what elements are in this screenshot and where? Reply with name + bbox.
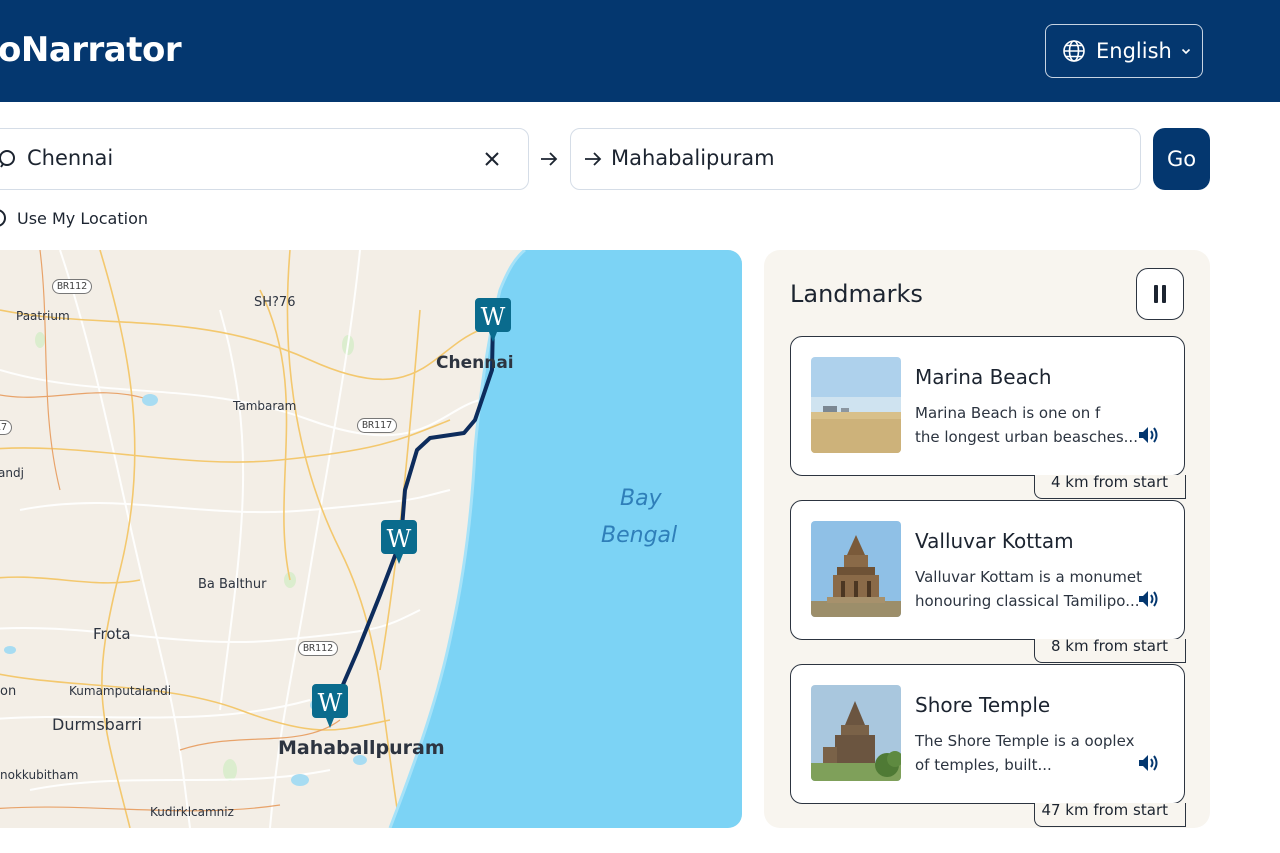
road-badge: BR117 bbox=[357, 418, 398, 433]
map-label: Chennai bbox=[436, 353, 514, 373]
map-label: nokkubitham bbox=[0, 768, 79, 782]
pause-button[interactable] bbox=[1136, 268, 1184, 320]
landmarks-panel: Landmarks Marina Beach Marina Beach is o… bbox=[764, 250, 1210, 828]
landmark-distance: 8 km from start bbox=[1051, 637, 1168, 655]
globe-icon bbox=[1063, 40, 1085, 62]
arrow-right-icon bbox=[541, 152, 558, 166]
route-map[interactable]: BR112 Paatrium SH?76 Chennai Tambaram BR… bbox=[0, 250, 742, 828]
go-button[interactable]: Go bbox=[1153, 128, 1210, 190]
map-label: Ba Balthur bbox=[198, 577, 267, 592]
svg-text:W: W bbox=[481, 303, 506, 331]
app-title: oNarrator bbox=[0, 30, 182, 70]
landmark-card[interactable]: Marina Beach Marina Beach is one on f th… bbox=[790, 336, 1186, 499]
map-label: Kumamputalandi bbox=[69, 684, 172, 698]
speaker-icon[interactable] bbox=[1137, 589, 1161, 609]
wikipedia-marker-icon[interactable]: W bbox=[379, 518, 419, 566]
landmark-description-line: Marina Beach is one on f bbox=[915, 404, 1101, 422]
map-label: Paatrium bbox=[16, 309, 70, 323]
radio-button[interactable] bbox=[0, 209, 6, 227]
chevron-down-icon bbox=[1181, 48, 1190, 55]
speaker-icon[interactable] bbox=[1137, 753, 1161, 773]
landmark-description: Valluvar Kottam is a monumet honouring c… bbox=[915, 565, 1142, 613]
landmark-title: Shore Temple bbox=[915, 693, 1051, 717]
destination-field[interactable] bbox=[570, 128, 1141, 190]
landmark-thumbnail bbox=[811, 685, 901, 781]
landmark-distance: 4 km from start bbox=[1051, 473, 1168, 491]
landmark-description-line: of temples, built... bbox=[915, 756, 1052, 774]
landmark-description-line: honouring classical Tamilipo... bbox=[915, 592, 1140, 610]
wikipedia-marker-icon[interactable]: W bbox=[310, 682, 350, 730]
landmark-description-line: The Shore Temple is a ooplex bbox=[915, 732, 1135, 750]
origin-field[interactable] bbox=[0, 128, 529, 190]
road-badge: BR112 bbox=[52, 279, 93, 294]
map-label: Mahaballpuram bbox=[278, 737, 445, 759]
map-label: Kudirklcamniz bbox=[150, 805, 234, 819]
landmark-thumbnail bbox=[811, 357, 901, 453]
landmark-title: Marina Beach bbox=[915, 365, 1052, 389]
map-label: SH?76 bbox=[254, 295, 296, 310]
app-header: oNarrator English bbox=[0, 0, 1280, 102]
landmark-thumbnail bbox=[811, 521, 901, 617]
sea-label: Bay bbox=[620, 486, 662, 511]
use-my-location-label: Use My Location bbox=[17, 208, 149, 228]
landmark-card[interactable]: Shore Temple The Shore Temple is a oople… bbox=[790, 664, 1186, 827]
arrow-right-icon bbox=[585, 152, 602, 166]
map-label: on bbox=[0, 684, 17, 699]
map-label: Tambaram bbox=[233, 399, 297, 413]
landmark-title: Valluvar Kottam bbox=[915, 529, 1074, 553]
destination-input[interactable] bbox=[611, 146, 1111, 170]
map-label: Durmsbarri bbox=[52, 715, 142, 734]
wikipedia-marker-icon[interactable]: W bbox=[473, 296, 513, 344]
origin-input[interactable] bbox=[27, 146, 447, 170]
speaker-icon[interactable] bbox=[1137, 425, 1161, 445]
map-label: Frota bbox=[93, 625, 131, 643]
svg-text:W: W bbox=[318, 689, 343, 717]
landmark-description: Marina Beach is one on f the longest urb… bbox=[915, 401, 1140, 449]
landmark-description-line: Valluvar Kottam is a monumet bbox=[915, 568, 1142, 586]
pause-icon bbox=[1154, 285, 1166, 303]
landmark-card[interactable]: Valluvar Kottam Valluvar Kottam is a mon… bbox=[790, 500, 1186, 663]
language-selector[interactable]: English bbox=[1045, 24, 1203, 78]
use-my-location-option[interactable]: Use My Location bbox=[0, 205, 148, 231]
landmark-distance: 47 km from start bbox=[1041, 801, 1168, 819]
panel-title: Landmarks bbox=[790, 280, 923, 308]
sea-label: Bengal bbox=[601, 523, 678, 548]
svg-text:W: W bbox=[387, 525, 412, 553]
landmark-description: The Shore Temple is a ooplex of temples,… bbox=[915, 729, 1140, 777]
close-icon[interactable] bbox=[483, 150, 501, 168]
landmark-description-line: the longest urban beasches... bbox=[915, 428, 1138, 446]
map-label: andj bbox=[0, 466, 24, 480]
language-label: English bbox=[1096, 39, 1172, 63]
road-badge: BR112 bbox=[298, 641, 339, 656]
location-pin-icon bbox=[0, 150, 15, 168]
